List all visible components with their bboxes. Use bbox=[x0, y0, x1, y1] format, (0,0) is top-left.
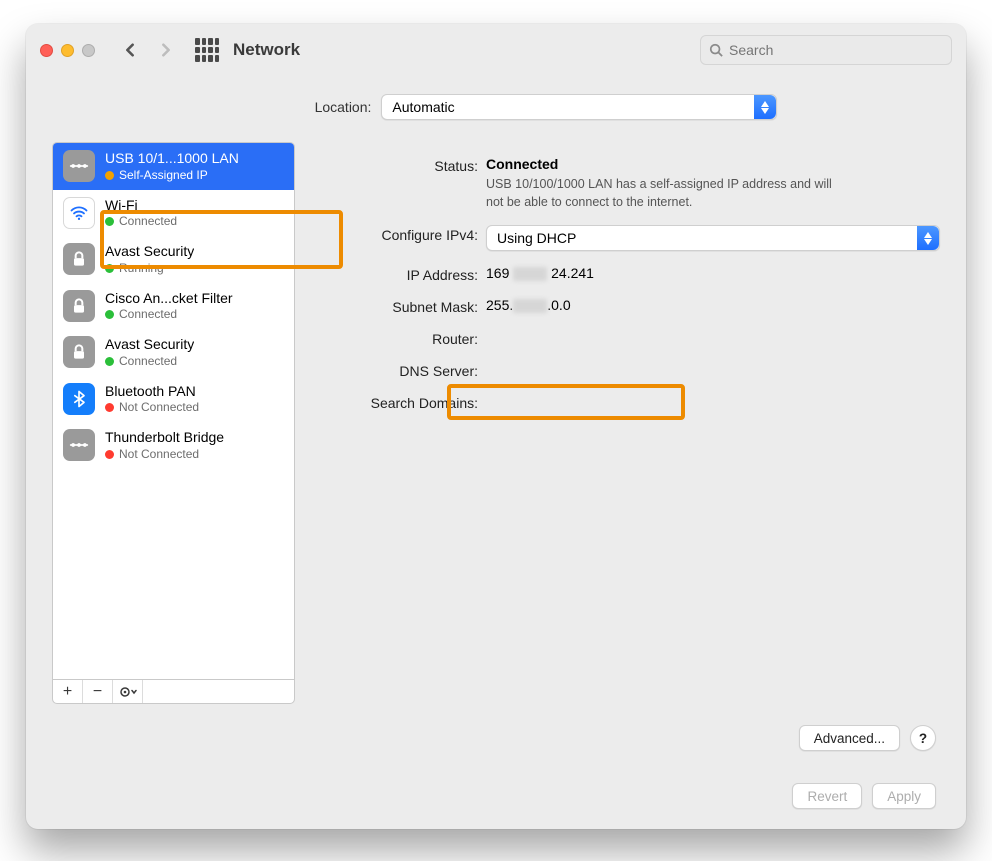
status-dot-icon bbox=[105, 264, 114, 273]
more-actions-button[interactable] bbox=[113, 680, 143, 703]
stepper-icon bbox=[754, 95, 776, 119]
chevron-left-icon bbox=[123, 43, 137, 57]
advanced-button[interactable]: Advanced... bbox=[799, 725, 900, 751]
traffic-lights bbox=[40, 44, 95, 57]
bluetooth-icon bbox=[63, 383, 95, 415]
sidebar-item-label: Cisco An...cket Filter bbox=[105, 290, 233, 308]
revert-button: Revert bbox=[792, 783, 862, 809]
gear-dropdown-icon bbox=[119, 686, 137, 698]
sidebar-item-label: USB 10/1...1000 LAN bbox=[105, 150, 239, 168]
sidebar-item-label: Thunderbolt Bridge bbox=[105, 429, 224, 447]
ip-address-value: 169 24.241 bbox=[486, 265, 940, 281]
ip-address-label: IP Address: bbox=[321, 265, 486, 283]
sidebar-wrap: USB 10/1...1000 LAN Self-Assigned IP Wi-… bbox=[52, 142, 295, 704]
add-service-button[interactable]: + bbox=[53, 680, 83, 703]
apply-button: Apply bbox=[872, 783, 936, 809]
sidebar-item-avast-security-1[interactable]: Avast Security Running bbox=[53, 236, 294, 283]
wifi-icon bbox=[63, 197, 95, 229]
location-label: Location: bbox=[315, 99, 372, 115]
router-label: Router: bbox=[321, 329, 486, 347]
subnet-mask-value: 255..0.0 bbox=[486, 297, 940, 313]
ethernet-icon bbox=[63, 429, 95, 461]
sidebar-item-thunderbolt-bridge[interactable]: Thunderbolt Bridge Not Connected bbox=[53, 422, 294, 469]
nav-buttons bbox=[113, 36, 183, 64]
configure-ipv4-select[interactable]: Using DHCP bbox=[486, 225, 940, 251]
status-dot-icon bbox=[105, 310, 114, 319]
location-select[interactable]: Automatic bbox=[381, 94, 777, 120]
lock-icon bbox=[63, 243, 95, 275]
window-title: Network bbox=[233, 40, 300, 60]
zoom-button bbox=[82, 44, 95, 57]
back-button[interactable] bbox=[113, 36, 147, 64]
dns-server-label: DNS Server: bbox=[321, 361, 486, 379]
close-button[interactable] bbox=[40, 44, 53, 57]
details-panel: Status: Connected USB 10/100/1000 LAN ha… bbox=[321, 142, 940, 425]
lock-icon bbox=[63, 336, 95, 368]
titlebar: Network bbox=[26, 24, 966, 76]
redacted-icon bbox=[513, 299, 547, 313]
sidebar-item-usb-lan[interactable]: USB 10/1...1000 LAN Self-Assigned IP bbox=[53, 143, 294, 190]
sidebar-item-label: Avast Security bbox=[105, 243, 194, 261]
status-dot-icon bbox=[105, 357, 114, 366]
location-row: Location: Automatic bbox=[152, 94, 940, 120]
services-list[interactable]: USB 10/1...1000 LAN Self-Assigned IP Wi-… bbox=[52, 142, 295, 680]
search-domains-label: Search Domains: bbox=[321, 393, 486, 411]
status-dot-icon bbox=[105, 403, 114, 412]
status-dot-icon bbox=[105, 450, 114, 459]
apply-row: Revert Apply bbox=[792, 783, 936, 809]
configure-ipv4-value: Using DHCP bbox=[497, 230, 576, 246]
configure-ipv4-label: Configure IPv4: bbox=[321, 225, 486, 243]
ethernet-icon bbox=[63, 150, 95, 182]
forward-button bbox=[149, 36, 183, 64]
status-dot-icon bbox=[105, 171, 114, 180]
sidebar-item-label: Bluetooth PAN bbox=[105, 383, 199, 401]
status-dot-icon bbox=[105, 217, 114, 226]
sidebar-item-bluetooth-pan[interactable]: Bluetooth PAN Not Connected bbox=[53, 376, 294, 423]
location-value: Automatic bbox=[392, 99, 454, 115]
sidebar-item-label: Wi-Fi bbox=[105, 197, 177, 215]
sidebar-footer: + − bbox=[52, 679, 295, 704]
show-all-button[interactable] bbox=[195, 38, 219, 62]
status-value: Connected bbox=[486, 156, 940, 172]
remove-service-button[interactable]: − bbox=[83, 680, 113, 703]
sidebar-item-avast-security-2[interactable]: Avast Security Connected bbox=[53, 329, 294, 376]
status-label: Status: bbox=[321, 156, 486, 174]
search-field[interactable] bbox=[700, 35, 952, 65]
sidebar-item-wifi[interactable]: Wi-Fi Connected bbox=[53, 190, 294, 237]
search-icon bbox=[709, 43, 723, 57]
minimize-button[interactable] bbox=[61, 44, 74, 57]
preferences-window: Network Location: Automatic bbox=[26, 24, 966, 829]
subnet-mask-label: Subnet Mask: bbox=[321, 297, 486, 315]
sidebar-item-label: Avast Security bbox=[105, 336, 194, 354]
help-button[interactable]: ? bbox=[910, 725, 936, 751]
sidebar-item-cisco[interactable]: Cisco An...cket Filter Connected bbox=[53, 283, 294, 330]
search-input[interactable] bbox=[729, 42, 943, 58]
body: Location: Automatic bbox=[26, 76, 966, 829]
stepper-icon bbox=[917, 226, 939, 250]
chevron-right-icon bbox=[159, 43, 173, 57]
status-help-text: USB 10/100/1000 LAN has a self-assigned … bbox=[486, 176, 846, 211]
lock-icon bbox=[63, 290, 95, 322]
redacted-icon bbox=[513, 267, 547, 281]
advanced-row: Advanced... ? bbox=[799, 725, 936, 751]
